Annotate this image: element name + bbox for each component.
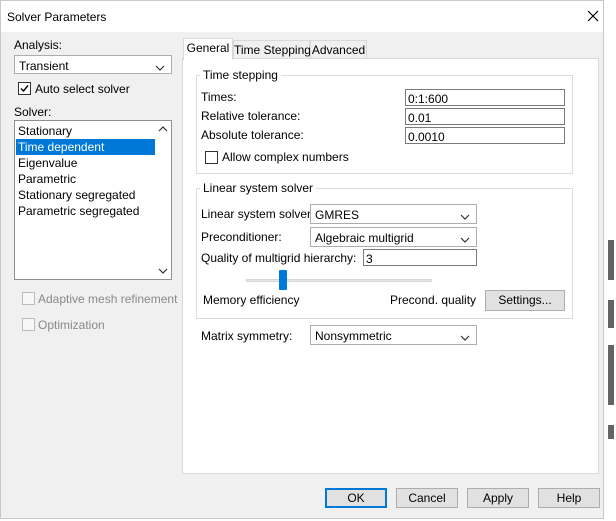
adaptive-mesh-label: Adaptive mesh refinement (38, 292, 178, 306)
chevron-down-icon (460, 331, 470, 341)
multigrid-quality-input[interactable]: 3 (363, 249, 477, 266)
allow-complex-checkbox[interactable] (205, 151, 218, 164)
analysis-select[interactable]: Transient (14, 55, 172, 74)
auto-select-checkbox[interactable] (18, 82, 31, 95)
adaptive-mesh-checkbox[interactable] (22, 292, 35, 305)
multigrid-quality-slider-track[interactable] (246, 279, 432, 282)
solver-listbox[interactable]: Stationary Time dependent Eigenvalue Par… (14, 120, 172, 280)
analysis-value: Transient (19, 59, 69, 73)
solver-list-item[interactable]: Parametric segregated (16, 203, 155, 219)
multigrid-quality-value: 3 (366, 252, 373, 266)
background-glyph (608, 425, 614, 439)
chevron-down-icon (155, 61, 165, 71)
background-glyph (608, 240, 614, 280)
tab-general[interactable]: General (183, 38, 233, 60)
linear-solver-value: GMRES (315, 208, 360, 222)
preconditioner-value: Algebraic multigrid (315, 231, 414, 245)
absolute-tolerance-label: Absolute tolerance: (201, 128, 304, 142)
chevron-down-icon (460, 210, 470, 220)
solver-list-item[interactable]: Stationary (16, 123, 155, 139)
linear-solver-label: Linear system solver: (201, 207, 315, 221)
ok-button[interactable]: OK (325, 488, 387, 508)
tab-time-stepping[interactable]: Time Stepping (233, 40, 311, 60)
relative-tolerance-input[interactable]: 0.01 (405, 108, 565, 125)
scroll-down-icon[interactable] (155, 263, 171, 279)
absolute-tolerance-input[interactable]: 0.0010 (405, 127, 565, 144)
solver-label: Solver: (14, 105, 52, 119)
background-glyph (608, 300, 614, 328)
solver-list-item[interactable]: Parametric (16, 171, 155, 187)
chevron-down-icon (460, 233, 470, 243)
times-input[interactable]: 0:1:600 (405, 89, 565, 106)
linear-solver-title: Linear system solver (200, 181, 317, 195)
tab-advanced[interactable]: Advanced (310, 40, 367, 60)
title-bar[interactable]: Solver Parameters (1, 1, 603, 32)
settings-button[interactable]: Settings... (485, 290, 565, 311)
times-label: Times: (201, 90, 237, 104)
solver-list-item[interactable]: Time dependent (16, 139, 155, 155)
linear-solver-select[interactable]: GMRES (310, 204, 477, 224)
absolute-tolerance-value: 0.0010 (408, 130, 445, 144)
cancel-button[interactable]: Cancel (396, 488, 458, 508)
matrix-symmetry-label: Matrix symmetry: (201, 329, 293, 343)
solver-list-item[interactable]: Stationary segregated (16, 187, 155, 203)
matrix-symmetry-select[interactable]: Nonsymmetric (310, 325, 477, 345)
solver-parameters-dialog: Solver Parameters Analysis: Transient Au… (0, 0, 604, 519)
solver-list-scrollbar[interactable] (155, 121, 171, 279)
window-title: Solver Parameters (7, 10, 107, 24)
background-window-edge (606, 0, 616, 521)
precond-quality-label: Precond. quality (390, 293, 477, 307)
allow-complex-label: Allow complex numbers (222, 150, 349, 164)
background-glyph (608, 345, 614, 405)
scroll-up-icon[interactable] (155, 121, 171, 137)
matrix-symmetry-value: Nonsymmetric (315, 329, 392, 343)
preconditioner-select[interactable]: Algebraic multigrid (310, 227, 477, 247)
auto-select-label: Auto select solver (35, 82, 130, 96)
multigrid-quality-label: Quality of multigrid hierarchy: (201, 251, 357, 265)
memory-efficiency-label: Memory efficiency (203, 293, 300, 307)
times-value: 0:1:600 (408, 92, 449, 106)
help-button[interactable]: Help (538, 488, 600, 508)
time-stepping-title: Time stepping (200, 68, 281, 82)
apply-button[interactable]: Apply (467, 488, 529, 508)
relative-tolerance-label: Relative tolerance: (201, 109, 301, 123)
optimization-label: Optimization (38, 318, 105, 332)
general-tab-panel: Time stepping Times: 0:1:600 Relative to… (182, 58, 599, 474)
multigrid-quality-slider-thumb[interactable] (279, 270, 288, 290)
checkmark-icon (20, 85, 29, 93)
solver-list-item[interactable]: Eigenvalue (16, 155, 155, 171)
preconditioner-label: Preconditioner: (201, 230, 282, 244)
close-icon[interactable] (586, 9, 600, 23)
analysis-label: Analysis: (14, 38, 63, 52)
relative-tolerance-value: 0.01 (408, 111, 432, 125)
optimization-checkbox[interactable] (22, 318, 35, 331)
